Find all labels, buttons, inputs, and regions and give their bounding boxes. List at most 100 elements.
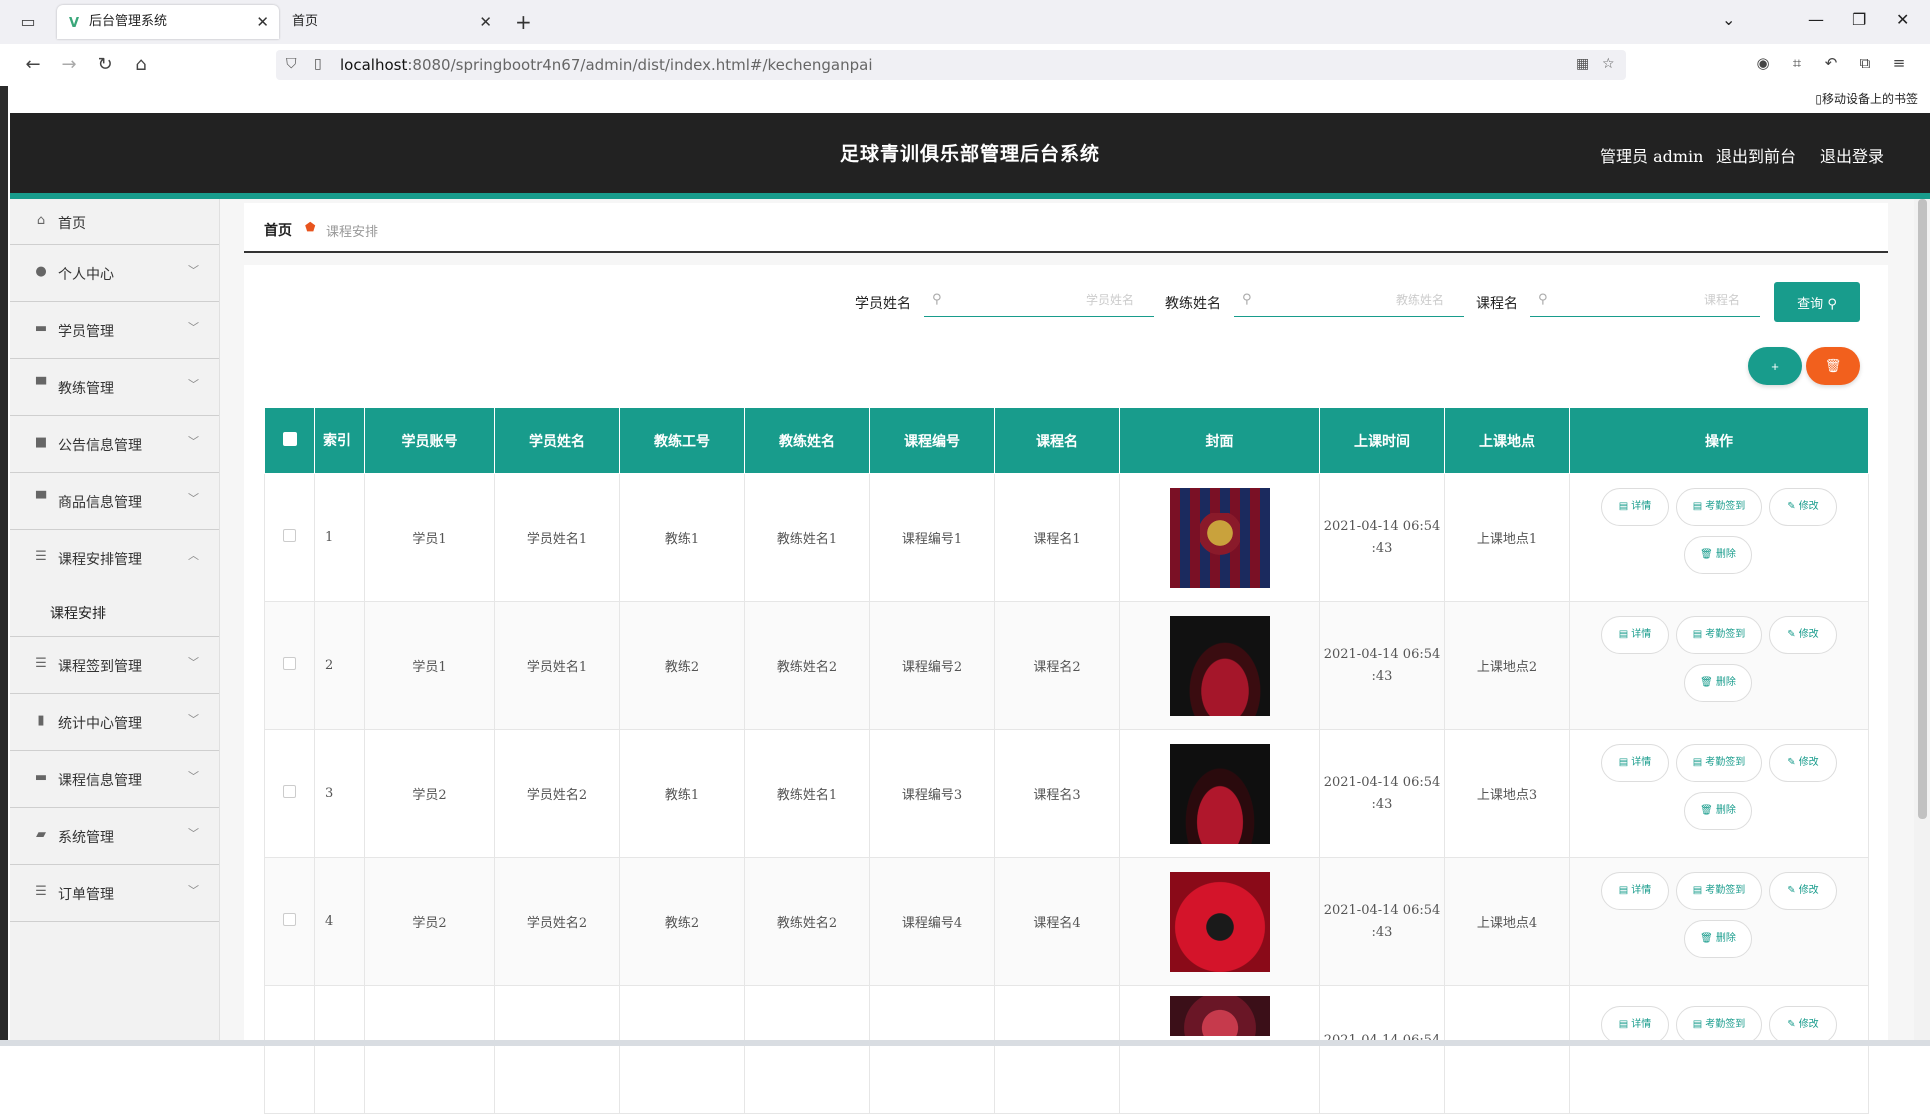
row-select-cell[interactable]: [264, 473, 315, 602]
crop-icon[interactable]: ⌗: [1786, 54, 1808, 72]
restore-icon[interactable]: ❐: [1852, 10, 1866, 29]
place-cell: 上课地点4: [1444, 857, 1570, 986]
coach-name-field[interactable]: ⚲: [1234, 283, 1464, 317]
sidebar-item-orders[interactable]: ☰ 订单管理 ﹀: [10, 865, 219, 922]
row-select-cell[interactable]: [264, 601, 315, 730]
close-tab-icon[interactable]: ✕: [479, 5, 492, 39]
time-cell: 2021-04-14 06:54: [1319, 985, 1445, 1114]
cover-image[interactable]: [1169, 743, 1270, 844]
row-checkbox[interactable]: [283, 529, 296, 542]
batch-delete-button[interactable]: 🗑: [1806, 347, 1860, 385]
coach-no-cell: [619, 985, 745, 1114]
minimize-icon[interactable]: —: [1808, 10, 1824, 29]
detail-button[interactable]: ▤ 详情: [1601, 615, 1669, 654]
home-icon[interactable]: ⌂: [130, 54, 152, 75]
logout-link[interactable]: 退出登录: [1820, 143, 1884, 167]
edit-button[interactable]: ✎ 修改: [1769, 487, 1837, 526]
sidebar-item-notices[interactable]: ■ 公告信息管理 ﹀: [10, 416, 219, 473]
sidebar-item-signin[interactable]: ☰ 课程签到管理 ﹀: [10, 637, 219, 694]
sidebar-item-system[interactable]: ▰ 系统管理 ﹀: [10, 808, 219, 865]
sign-in-button[interactable]: ▤ 考勤签到: [1676, 1006, 1762, 1044]
cover-image[interactable]: [1169, 996, 1270, 1036]
sign-in-button[interactable]: ▤ 考勤签到: [1676, 487, 1762, 526]
row-select-cell[interactable]: [264, 729, 315, 858]
coach-name-input[interactable]: [1264, 289, 1444, 311]
sidebar-item-home[interactable]: ⌂ 首页: [10, 199, 219, 245]
address-bar[interactable]: ⛉ ▯ localhost:8080/springbootr4n67/admin…: [276, 50, 1626, 80]
cover-image[interactable]: [1169, 871, 1270, 972]
row-select-cell[interactable]: [264, 857, 315, 986]
row-checkbox[interactable]: [283, 657, 296, 670]
detail-button[interactable]: ▤ 详情: [1601, 487, 1669, 526]
sign-in-button[interactable]: ▤ 考勤签到: [1676, 743, 1762, 782]
chevron-down-icon[interactable]: ⌄: [1722, 10, 1735, 29]
breadcrumb: 首页 ⬟ 课程安排: [244, 203, 1888, 253]
detail-button[interactable]: ▤ 详情: [1601, 871, 1669, 910]
row-checkbox[interactable]: [283, 913, 296, 926]
course-no-cell: 课程编号3: [869, 729, 995, 858]
edit-button[interactable]: ✎ 修改: [1769, 615, 1837, 654]
student-name-input[interactable]: [954, 289, 1134, 311]
tab-list-icon[interactable]: ▭: [18, 12, 38, 32]
qr-code-icon[interactable]: ▦: [1576, 56, 1589, 72]
delete-button[interactable]: 🗑 删除: [1684, 919, 1752, 958]
delete-button[interactable]: 🗑 删除: [1684, 663, 1752, 702]
edit-button[interactable]: ✎ 修改: [1769, 1006, 1837, 1044]
sidebar-item-statistics[interactable]: ▮ 统计中心管理 ﹀: [10, 694, 219, 751]
forward-icon[interactable]: →: [58, 54, 80, 75]
course-no-cell: [869, 985, 995, 1114]
list-icon: ☰: [35, 656, 47, 671]
student-name-field[interactable]: ⚲: [924, 283, 1154, 317]
front-link[interactable]: 退出到前台: [1716, 143, 1796, 167]
detail-button[interactable]: ▤ 详情: [1601, 1006, 1669, 1044]
sidebar-item-products[interactable]: ▀ 商品信息管理 ﹀: [10, 473, 219, 530]
sidebar-item-coaches[interactable]: ▀ 教练管理 ﹀: [10, 359, 219, 416]
star-icon[interactable]: ☆: [1602, 56, 1615, 72]
sidebar-item-schedule[interactable]: ☰ 课程安排管理 ︿: [10, 530, 219, 587]
sidebar-item-students[interactable]: ▬ 学员管理 ﹀: [10, 302, 219, 359]
back-icon[interactable]: ←: [22, 54, 44, 75]
select-all-checkbox[interactable]: [282, 431, 297, 446]
browser-tab-inactive[interactable]: 首页 ✕: [280, 5, 502, 39]
mobile-bookmarks[interactable]: ▯移动设备上的书签: [1815, 90, 1918, 107]
sidebar-item-profile[interactable]: ● 个人中心 ﹀: [10, 245, 219, 302]
new-tab-icon[interactable]: +: [515, 10, 532, 34]
close-tab-icon[interactable]: ✕: [256, 5, 269, 39]
menu-icon[interactable]: ≡: [1888, 54, 1910, 72]
edit-button[interactable]: ✎ 修改: [1769, 871, 1837, 910]
chevron-down-icon: ﹀: [188, 827, 199, 840]
table-row: 4 学员2 学员姓名2 教练2 教练姓名2 课程编号4 课程名4 2021-04…: [264, 857, 1869, 986]
course-name-cell: 课程名3: [994, 729, 1120, 858]
cover-image[interactable]: [1169, 487, 1270, 588]
sign-in-button[interactable]: ▤ 考勤签到: [1676, 615, 1762, 654]
sign-in-button[interactable]: ▤ 考勤签到: [1676, 871, 1762, 910]
trash-icon: 🗑: [1700, 932, 1713, 944]
chevron-down-icon: ﹀: [188, 321, 199, 334]
course-name-input[interactable]: [1560, 289, 1740, 311]
edit-button[interactable]: ✎ 修改: [1769, 743, 1837, 782]
breadcrumb-home[interactable]: 首页: [264, 220, 292, 240]
close-window-icon[interactable]: ✕: [1896, 10, 1909, 29]
reload-icon[interactable]: ↻: [94, 54, 116, 75]
query-button[interactable]: 查询 ⚲: [1774, 282, 1860, 322]
detail-button[interactable]: ▤ 详情: [1601, 743, 1669, 782]
course-name-field[interactable]: ⚲: [1530, 283, 1760, 317]
column-header: 索引: [314, 407, 365, 474]
row-select-cell[interactable]: [264, 985, 315, 1114]
account-icon[interactable]: ◉: [1752, 54, 1774, 72]
time-line: :43: [1371, 668, 1393, 684]
extensions-icon[interactable]: ⧉: [1854, 54, 1876, 72]
cover-image[interactable]: [1169, 615, 1270, 716]
add-button[interactable]: +: [1748, 347, 1802, 385]
place-cell: 上课地点3: [1444, 729, 1570, 858]
undo-icon[interactable]: ↶: [1820, 54, 1842, 72]
delete-button[interactable]: 🗑 删除: [1684, 535, 1752, 574]
browser-tab-active[interactable]: V 后台管理系统 ✕: [57, 5, 279, 39]
page-scrollbar[interactable]: [1914, 199, 1930, 1046]
sidebar-subitem-schedule[interactable]: 课程安排: [10, 587, 219, 637]
scrollbar-thumb[interactable]: [1918, 199, 1927, 819]
delete-button[interactable]: 🗑 删除: [1684, 791, 1752, 830]
sidebar-item-courses[interactable]: ▬ 课程信息管理 ﹀: [10, 751, 219, 808]
row-checkbox[interactable]: [283, 785, 296, 798]
select-all-cell[interactable]: [264, 407, 315, 474]
